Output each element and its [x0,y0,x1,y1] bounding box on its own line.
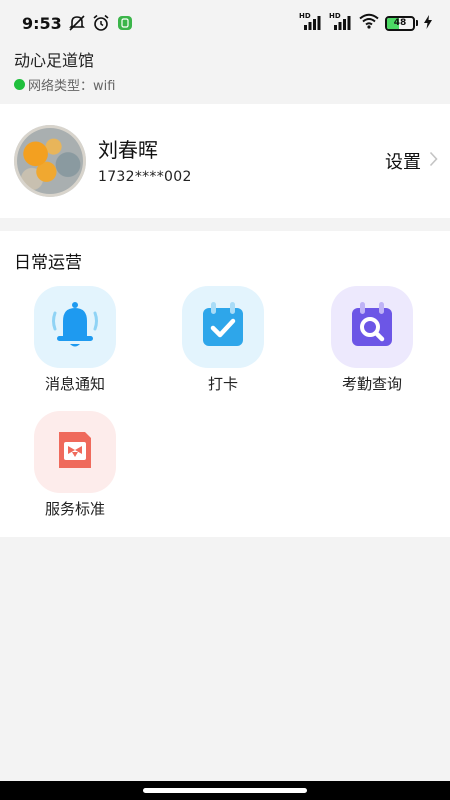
settings-button[interactable]: 设置 [385,148,438,174]
home-indicator[interactable] [143,788,307,793]
bell-icon [45,297,105,357]
settings-label: 设置 [385,152,421,173]
app-notification-icon [116,14,134,32]
charging-icon [424,14,432,33]
icon-tile [34,411,116,493]
profile-card: 刘春晖 1732****002 设置 [0,104,450,218]
chevron-right-icon [429,151,438,172]
bowtie-card-icon [49,424,101,480]
alarm-icon [92,14,110,32]
battery-icon: 48 [385,15,415,31]
clock-in-button[interactable]: 打卡 [163,286,283,394]
network-type-row: 网络类型：wifi [14,75,115,94]
avatar[interactable] [14,125,86,197]
venue-name: 动心足道馆 [14,51,95,70]
icon-tile [34,286,116,368]
icon-tile [331,286,413,368]
icon-tile [182,286,264,368]
calendar-check-icon [197,299,249,355]
service-standard-button[interactable]: 服务标准 [15,411,135,519]
status-bar-left: 9:53 [22,14,134,33]
daily-ops-section: 日常运营 消息通知 打卡 考勤查询 服务标准 [0,231,450,537]
grid-item-label: 服务标准 [44,500,105,518]
status-bar: 9:53 HD HD 48 [0,0,450,46]
venue-header: 动心足道馆 网络类型：wifi [14,50,115,94]
network-status-dot [14,79,25,90]
battery-level: 48 [393,18,407,28]
calendar-search-icon [346,299,398,355]
message-notification-button[interactable]: 消息通知 [15,286,135,394]
battery-cap [416,20,418,26]
mute-icon [68,14,86,32]
grid-item-label: 考勤查询 [341,375,402,393]
grid-item-label: 消息通知 [44,375,105,393]
user-name: 刘春晖 [98,138,158,162]
user-phone: 1732****002 [98,169,192,185]
wifi-icon [359,13,379,33]
grid-item-label: 打卡 [207,375,238,393]
attendance-query-button[interactable]: 考勤查询 [312,286,432,394]
user-info: 刘春晖 1732****002 [98,137,192,185]
section-title: 日常运营 [14,253,82,273]
status-time: 9:53 [22,13,62,33]
hd-signal-icon: HD [299,12,323,31]
hd-signal-icon: HD [329,12,353,31]
status-bar-right: HD HD 48 [299,12,432,33]
network-type-label: 网络类型：wifi [28,79,116,94]
